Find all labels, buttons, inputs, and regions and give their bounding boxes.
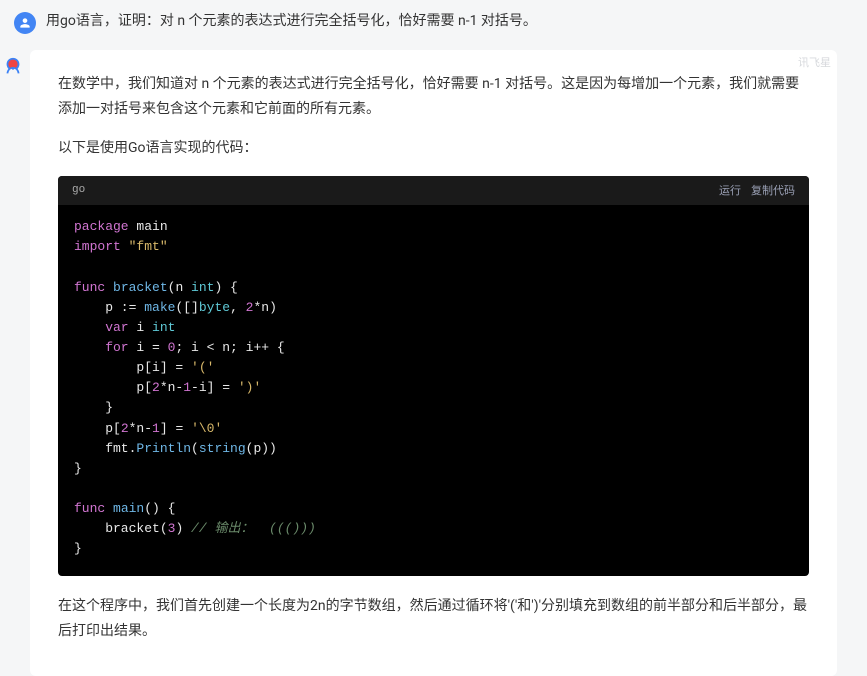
user-avatar-icon [14,12,36,34]
code-header: go 运行 复制代码 [58,176,809,206]
code-body: package main import "fmt" func bracket(n… [58,205,809,575]
watermark-text: 讯飞星 [798,54,831,72]
answer-content: 在数学中，我们知道对 n 个元素的表达式进行完全括号化，恰好需要 n-1 对括号… [30,50,837,676]
bot-avatar-icon [2,56,24,78]
answer-paragraph: 在数学中，我们知道对 n 个元素的表达式进行完全括号化，恰好需要 n-1 对括号… [58,72,809,122]
code-actions: 运行 复制代码 [719,182,795,200]
copy-button[interactable]: 复制代码 [751,182,795,200]
run-button[interactable]: 运行 [719,182,741,200]
answer-paragraph: 在这个程序中，我们首先创建一个长度为2n的字节数组，然后通过循环将'('和')'… [58,594,809,644]
question-row: 用go语言，证明：对 n 个元素的表达式进行完全括号化，恰好需要 n-1 对括号… [0,0,867,40]
answer-block: 讯飞星 在数学中，我们知道对 n 个元素的表达式进行完全括号化，恰好需要 n-1… [30,50,837,676]
code-language-label: go [72,182,85,200]
code-block: go 运行 复制代码 package main import "fmt" fun… [58,176,809,576]
question-text: 用go语言，证明：对 n 个元素的表达式进行完全括号化，恰好需要 n-1 对括号… [46,10,853,32]
answer-paragraph: 以下是使用Go语言实现的代码： [58,136,809,161]
